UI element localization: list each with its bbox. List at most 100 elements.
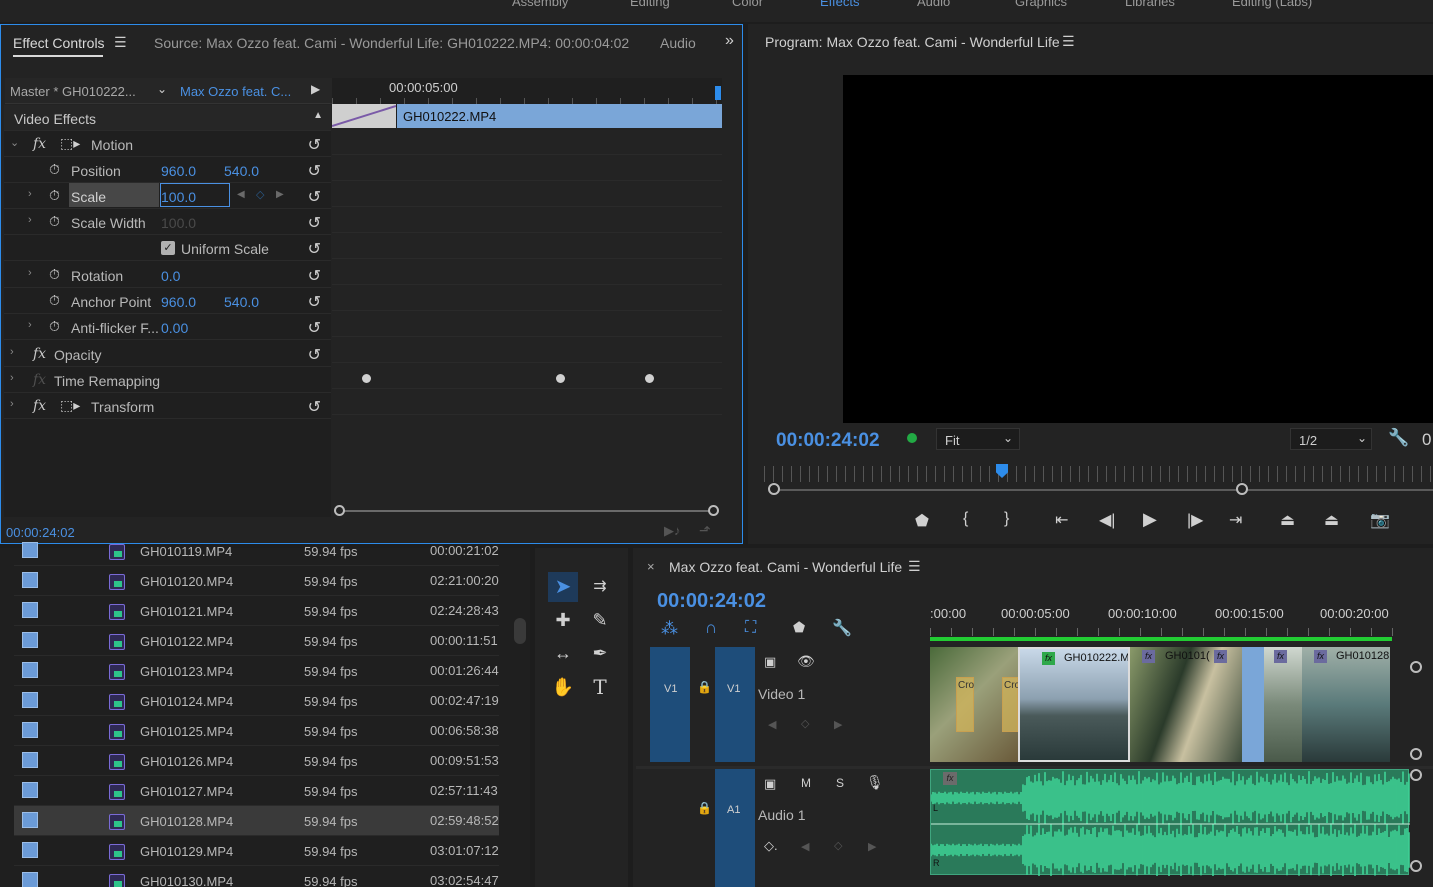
microphone-icon[interactable]: 🎙 — [866, 774, 884, 791]
solo-button[interactable]: S — [836, 776, 844, 790]
reset-icon[interactable]: ↺ — [308, 397, 321, 417]
zoom-handle-right[interactable] — [708, 505, 719, 516]
eye-icon[interactable]: 👁 — [797, 653, 815, 670]
project-row[interactable]: GH010129.MP4 59.94 fps 03:01:07:12 — [14, 836, 499, 866]
project-row[interactable]: GH010122.MP4 59.94 fps 00:00:11:51 — [14, 626, 499, 656]
lift-icon[interactable]: ⏏ — [1280, 510, 1295, 530]
label-color-swatch[interactable] — [22, 872, 38, 887]
sequence-clip-label[interactable]: Max Ozzo feat. C... — [180, 84, 291, 99]
prev-keyframe-icon[interactable]: ◀ — [768, 718, 776, 731]
workspace-tab[interactable]: Libraries — [1125, 0, 1175, 9]
workspace-tab-active[interactable]: Effects — [820, 0, 860, 9]
wrench-icon[interactable]: 🔧 — [1388, 428, 1409, 448]
reset-icon[interactable]: ↺ — [308, 213, 321, 233]
tab-effect-controls[interactable]: Effect Controls — [13, 35, 105, 51]
reset-icon[interactable]: ↺ — [308, 187, 321, 207]
project-row[interactable]: GH010127.MP4 59.94 fps 02:57:11:43 — [14, 776, 499, 806]
export-icon[interactable]: ⬏ — [699, 522, 711, 539]
play-icon[interactable]: ▶ — [1143, 509, 1157, 530]
lock-icon[interactable]: 🔒 — [697, 680, 712, 694]
zoom-handle-right[interactable] — [1236, 483, 1248, 495]
project-row[interactable]: GH010125.MP4 59.94 fps 00:06:58:38 — [14, 716, 499, 746]
chevron-down-icon[interactable]: ⌄ — [157, 82, 167, 96]
reset-icon[interactable]: ↺ — [308, 239, 321, 259]
zoom-handle-left[interactable] — [334, 505, 345, 516]
add-marker-icon[interactable]: ⬟ — [915, 511, 929, 531]
project-row[interactable]: GH010126.MP4 59.94 fps 00:09:51:53 — [14, 746, 499, 776]
panel-menu-icon[interactable]: ☰ — [908, 558, 921, 575]
mark-out-icon[interactable]: } — [1004, 510, 1009, 528]
video-clip[interactable] — [1242, 647, 1264, 762]
label-color-swatch[interactable] — [22, 812, 38, 828]
project-row[interactable]: GH010119.MP4 59.94 fps 00:00:21:02 — [14, 536, 499, 566]
twirl-right-icon[interactable]: › — [28, 188, 32, 200]
prev-keyframe-icon[interactable]: ◀ — [801, 840, 809, 853]
twirl-right-icon[interactable]: › — [28, 214, 32, 226]
project-row[interactable]: GH010128.MP4 59.94 fps 02:59:48:52 — [14, 806, 499, 836]
uniform-scale-checkbox[interactable]: ✓ — [161, 241, 175, 255]
label-color-swatch[interactable] — [22, 632, 38, 648]
project-scrollbar-thumb[interactable] — [514, 618, 526, 644]
fit-dropdown[interactable]: Fit ⌄ — [936, 428, 1020, 450]
add-keyframe-icon[interactable]: ◇ — [834, 839, 842, 852]
program-timecode[interactable]: 00:00:24:02 — [776, 430, 880, 452]
track-select-tool-icon[interactable]: ⇉ — [585, 572, 615, 602]
cross-dissolve-transition[interactable]: Cro — [1002, 677, 1018, 732]
selection-tool-icon[interactable]: ➤ — [548, 572, 578, 602]
collapse-up-icon[interactable]: ▲ — [313, 110, 323, 121]
go-to-out-icon[interactable]: ⇥ — [1229, 510, 1242, 530]
video-clip[interactable]: fx GH0101( fx — [1130, 647, 1242, 762]
stopwatch-icon[interactable]: ⏱ — [49, 266, 60, 283]
tab-audio[interactable]: Audio — [660, 35, 696, 51]
label-color-swatch[interactable] — [22, 572, 38, 588]
track-target-v1[interactable]: V1 — [715, 647, 755, 762]
workspace-tab[interactable]: Graphics — [1015, 0, 1067, 9]
panel-menu-icon[interactable]: ☰ — [1062, 33, 1075, 50]
reset-icon[interactable]: ↺ — [308, 135, 321, 155]
play-arrow-icon[interactable]: ▶ — [311, 82, 320, 96]
video-clip[interactable]: fx GH010128.M — [1302, 647, 1390, 762]
twirl-right-icon[interactable]: › — [10, 398, 14, 410]
twirl-down-icon[interactable]: ⌄ — [10, 136, 19, 149]
timeline-ruler-ticks[interactable] — [930, 628, 1410, 636]
program-ruler-ticks[interactable] — [764, 466, 1433, 482]
stopwatch-icon[interactable]: ⏱ — [49, 318, 60, 335]
vertical-zoom-handle[interactable] — [1410, 661, 1422, 673]
transform-box-icon[interactable]: ⬚▸ — [60, 397, 80, 414]
type-tool-icon[interactable]: T — [585, 672, 615, 702]
add-keyframe-icon[interactable]: ◇ — [801, 717, 809, 730]
linked-selection-icon[interactable]: ⛶ — [745, 619, 756, 637]
reset-icon[interactable]: ↺ — [308, 161, 321, 181]
audio-track-name[interactable]: Audio 1 — [758, 807, 805, 823]
workspace-tab[interactable]: Audio — [917, 0, 950, 9]
keyframe-dot[interactable] — [362, 374, 371, 383]
video-clip[interactable]: Cro Cro — [930, 647, 1018, 762]
label-color-swatch[interactable] — [22, 842, 38, 858]
label-color-swatch[interactable] — [22, 602, 38, 618]
transform-box-icon[interactable]: ⬚▸ — [60, 135, 80, 152]
video-clip[interactable]: fx — [1264, 647, 1302, 762]
hand-tool-icon[interactable]: ✋ — [548, 672, 578, 702]
snap-magnet-icon[interactable]: ∩ — [705, 618, 717, 638]
wrench-icon[interactable]: 🔧 — [832, 618, 852, 638]
project-row[interactable]: GH010121.MP4 59.94 fps 02:24:28:43 — [14, 596, 499, 626]
ec-zoom-scrollbar[interactable] — [334, 505, 720, 517]
ripple-edit-tool-icon[interactable]: ✚ — [548, 605, 578, 635]
keyframe-dot[interactable] — [645, 374, 654, 383]
reset-icon[interactable]: ↺ — [308, 318, 321, 338]
label-color-swatch[interactable] — [22, 782, 38, 798]
panel-menu-icon[interactable]: ☰ — [114, 34, 127, 51]
mark-in-icon[interactable]: { — [963, 510, 968, 528]
stopwatch-icon[interactable]: ⏱ — [49, 161, 60, 178]
ec-time-ruler[interactable]: 00:00:05:00 — [332, 78, 722, 104]
zoom-handle-left[interactable] — [768, 483, 780, 495]
snap-nest-icon[interactable]: ⁂ — [661, 619, 678, 639]
project-row[interactable]: GH010123.MP4 59.94 fps 00:01:26:44 — [14, 656, 499, 686]
fx-icon[interactable]: fx — [33, 136, 46, 152]
fx-icon[interactable]: fx — [33, 398, 46, 414]
step-back-icon[interactable]: ◀| — [1099, 510, 1115, 530]
mute-button[interactable]: M — [801, 776, 811, 790]
position-x-value[interactable]: 960.0 — [161, 163, 196, 179]
vertical-zoom-handle[interactable] — [1410, 748, 1422, 760]
next-keyframe-icon[interactable]: ▶ — [276, 189, 284, 200]
